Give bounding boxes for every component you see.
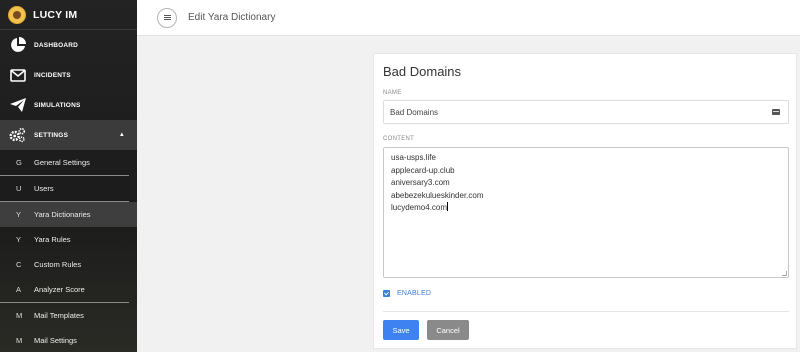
name-label: NAME [383, 90, 402, 96]
sidebar-item-general-settings[interactable]: G General Settings [0, 150, 137, 175]
gears-icon [9, 127, 26, 144]
nav-dashboard-label: DASHBOARD [34, 41, 79, 49]
sidebar-item-label: Analyzer Score [34, 285, 85, 294]
app-name: LUCY IM [33, 8, 78, 21]
text-cursor [447, 202, 449, 211]
sidebar-item-label: Yara Rules [34, 235, 71, 244]
envelope-icon [9, 67, 26, 84]
hamburger-icon [163, 17, 171, 18]
name-input-value: Bad Domains [390, 107, 439, 117]
nav-incidents-label: INCIDENTS [34, 71, 71, 79]
sidebar-item-letter: M [16, 336, 23, 345]
content-line: abebezekulueskinder.com [391, 190, 484, 200]
brand[interactable]: LUCY IM [0, 0, 137, 30]
edit-dictionary-card: Bad Domains NAME Bad Domains CONTENT usa… [373, 53, 797, 349]
sidebar-item-letter: A [16, 285, 22, 294]
content-label: CONTENT [383, 136, 415, 142]
sidebar-item-yara-rules[interactable]: Y Yara Rules [0, 227, 137, 252]
content-line: usa-usps.life [391, 153, 436, 162]
sidebar-item-letter: G [16, 158, 22, 167]
sidebar-item-analyzer-score[interactable]: A Analyzer Score [0, 277, 137, 302]
sidebar-item-label: Yara Dictionaries [34, 210, 91, 219]
sidebar-item-letter: C [16, 260, 22, 269]
content-line: aniversary3.com [391, 178, 450, 187]
sidebar: LUCY IM DASHBOARD INCIDENTS SIMULATIONS … [0, 0, 137, 352]
enabled-checkbox-row[interactable]: ENABLED [383, 290, 431, 297]
save-button[interactable]: Save [383, 320, 419, 340]
sidebar-item-letter: M [16, 311, 23, 320]
sidebar-item-label: Mail Settings [34, 336, 77, 345]
sidebar-item-label: General Settings [34, 158, 90, 167]
sidebar-item-users[interactable]: U Users [0, 176, 137, 201]
menu-toggle-button[interactable] [157, 7, 177, 28]
resize-handle[interactable] [782, 271, 787, 276]
sidebar-item-mail-templates[interactable]: M Mail Templates [0, 303, 137, 328]
sidebar-item-label: Mail Templates [34, 311, 84, 320]
name-input[interactable]: Bad Domains [383, 100, 789, 124]
content-line-text: lucydemo4.com [391, 203, 448, 212]
nav-incidents[interactable]: INCIDENTS [0, 60, 137, 90]
top-header: Edit Yara Dictionary [137, 0, 800, 36]
card-title: Bad Domains [383, 64, 462, 79]
nav-simulations[interactable]: SIMULATIONS [0, 90, 137, 120]
content-line: applecard-up.club [391, 165, 455, 175]
sidebar-item-label: Custom Rules [34, 260, 82, 269]
sidebar-item-custom-rules[interactable]: C Custom Rules [0, 252, 137, 277]
sidebar-item-letter: Y [16, 235, 22, 244]
page-title: Edit Yara Dictionary [188, 12, 276, 23]
lucy-logo-icon [8, 5, 26, 24]
chevron-up-icon: ▲ [118, 132, 125, 138]
content-textarea[interactable]: usa-usps.life applecard-up.club aniversa… [383, 147, 789, 278]
sidebar-item-mail-settings[interactable]: M Mail Settings [0, 328, 137, 352]
enabled-label: ENABLED [397, 290, 432, 297]
content-line-last: lucydemo4.com [391, 202, 781, 215]
form-divider [383, 311, 789, 312]
nav-settings-label: SETTINGS [34, 131, 69, 139]
nav-settings[interactable]: SETTINGS ▲ [0, 120, 137, 150]
paper-plane-icon [9, 97, 26, 114]
nav-dashboard[interactable]: DASHBOARD [0, 30, 137, 60]
autofill-icon[interactable] [772, 109, 780, 115]
sidebar-item-letter: U [16, 184, 22, 193]
pie-chart-icon [9, 37, 26, 54]
sidebar-item-yara-dictionaries[interactable]: Y Yara Dictionaries [0, 202, 137, 227]
sidebar-item-label: Users [34, 184, 54, 193]
enabled-checkbox[interactable] [383, 290, 390, 297]
cancel-button[interactable]: Cancel [427, 320, 469, 340]
sidebar-item-letter: Y [16, 210, 22, 219]
nav-simulations-label: SIMULATIONS [34, 101, 81, 109]
